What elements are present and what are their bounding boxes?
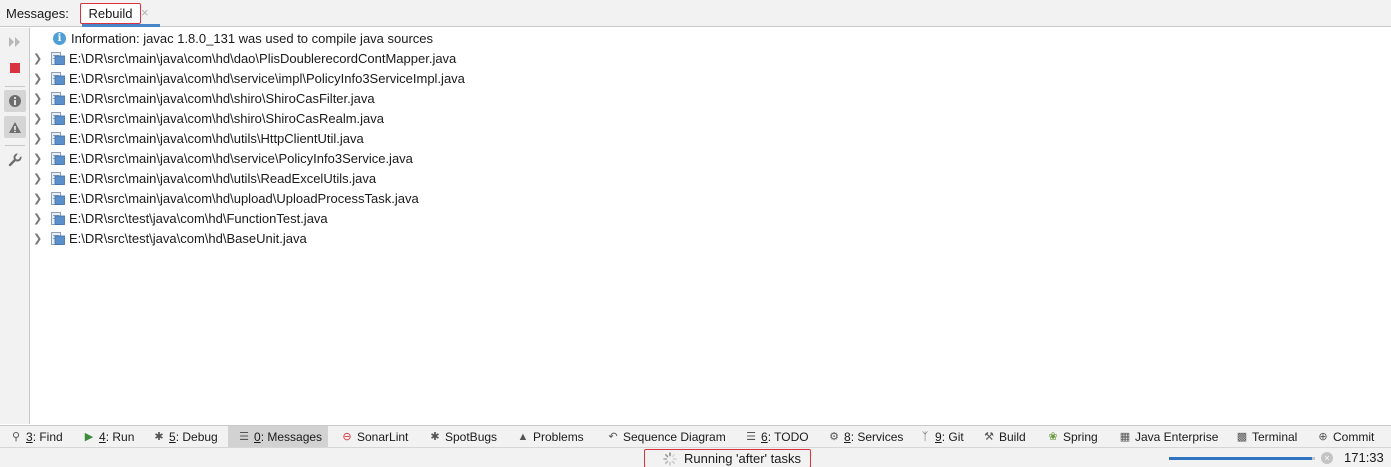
expand-chevron-icon[interactable]: ❯ [33, 232, 47, 245]
java-file-icon [51, 211, 65, 225]
sonarlint-icon: ⊖ [342, 431, 352, 443]
file-path-text: E:\DR\src\main\java\com\hd\service\Polic… [69, 150, 413, 166]
expand-chevron-icon[interactable]: ❯ [33, 112, 47, 125]
sequence-diagram-icon: ↶ [608, 431, 618, 443]
file-path-text: E:\DR\src\main\java\com\hd\shiro\ShiroCa… [69, 90, 375, 106]
messages-toolbar [0, 28, 30, 424]
file-message-row[interactable]: ❯ E:\DR\src\main\java\com\hd\service\Poli… [31, 148, 1031, 168]
toolbar-separator [5, 145, 25, 146]
expand-chevron-icon[interactable]: ❯ [33, 132, 47, 145]
toolwindow-terminal[interactable]: ▩ Terminal [1235, 426, 1298, 447]
toolwindow-java-enterprise[interactable]: ▦ Java Enterprise [1118, 426, 1219, 447]
run-icon: ▶ [84, 431, 94, 443]
toolwindow-services[interactable]: ⚙ 8: Services [827, 426, 903, 447]
java-file-icon [51, 111, 65, 125]
java-file-icon [51, 231, 65, 245]
toolwindow-problems[interactable]: ▲ Problems [516, 426, 584, 447]
progress-bar-fill [1169, 457, 1313, 460]
info-message-text: Information: javac 1.8.0_131 was used to… [71, 30, 434, 46]
background-task-text: Running 'after' tasks [684, 451, 801, 466]
rerun-icon[interactable] [4, 31, 26, 53]
file-message-row[interactable]: ❯ E:\DR\src\main\java\com\hd\dao\PlisDoub… [31, 48, 1031, 68]
messages-label: Messages: [6, 6, 69, 21]
todo-icon: ☰ [746, 431, 756, 443]
toolwindow-debug[interactable]: ✱ 5: Debug [152, 426, 217, 447]
expand-chevron-icon[interactable]: ❯ [33, 92, 47, 105]
java-file-icon [51, 131, 65, 145]
file-message-row[interactable]: ❯ E:\DR\src\main\java\com\hd\utils\ReadEx… [31, 168, 1031, 188]
java-file-icon [51, 51, 65, 65]
settings-wrench-icon[interactable] [4, 149, 26, 171]
toolbar-separator [5, 86, 25, 87]
active-tab-indicator [82, 24, 160, 27]
warning-icon: ▲ [517, 430, 529, 443]
background-task-indicator[interactable]: Running 'after' tasks [644, 449, 811, 467]
expand-chevron-icon[interactable]: ❯ [33, 212, 47, 225]
java-file-icon [51, 191, 65, 205]
messages-header: Messages: Rebuild × [0, 0, 1391, 27]
toolwindow-git[interactable]: ᛉ9: Git [918, 426, 964, 447]
tab-rebuild[interactable]: Rebuild [80, 3, 141, 24]
file-path-text: E:\DR\src\test\java\com\hd\BaseUnit.java [69, 230, 307, 246]
info-icon: i [53, 31, 66, 45]
file-path-text: E:\DR\src\main\java\com\hd\upload\Upload… [69, 190, 419, 206]
file-message-row[interactable]: ❯ E:\DR\src\test\java\com\hd\BaseUnit.jav… [31, 228, 1031, 248]
file-path-text: E:\DR\src\main\java\com\hd\shiro\ShiroCa… [69, 110, 384, 126]
file-message-row[interactable]: ❯ E:\DR\src\main\java\com\hd\utils\HttpCl… [31, 128, 1031, 148]
tab-close-icon[interactable]: × [141, 5, 149, 20]
toolwindow-sonarlint[interactable]: ⊖ SonarLint [340, 426, 408, 447]
git-branch-icon: ᛉ [921, 430, 929, 443]
tool-window-bar: ⚲ 3: Find ▶ 4: Run ✱ 5: Debug ☰ 0: Messages … [0, 425, 1391, 447]
toolwindow-run[interactable]: ▶ 4: Run [82, 426, 135, 447]
spring-leaf-icon: ❀ [1048, 431, 1058, 443]
toolwindow-spotbugs[interactable]: ✱ SpotBugs [428, 426, 497, 447]
toolwindow-build[interactable]: ⚒ Build [982, 426, 1026, 447]
info-message-row[interactable]: i Information: javac 1.8.0_131 was used … [31, 28, 1031, 48]
commit-icon: ⊕ [1318, 431, 1328, 443]
expand-chevron-icon[interactable]: ❯ [33, 72, 47, 85]
expand-chevron-icon[interactable]: ❯ [33, 152, 47, 165]
progress-bar[interactable] [1169, 457, 1315, 460]
toolwindow-find[interactable]: ⚲ 3: Find [9, 426, 63, 447]
java-file-icon [51, 91, 65, 105]
java-file-icon [51, 171, 65, 185]
messages-tree: i Information: javac 1.8.0_131 was used … [31, 28, 1391, 424]
toolwindow-spring[interactable]: ❀ Spring [1046, 426, 1097, 447]
file-message-row[interactable]: ❯ E:\DR\src\main\java\com\hd\upload\Uploa… [31, 188, 1031, 208]
java-enterprise-icon: ▦ [1119, 431, 1131, 443]
status-bar: Running 'after' tasks × 171:33 [0, 447, 1391, 467]
caret-position[interactable]: 171:33 [1344, 450, 1384, 465]
spotbugs-icon: ✱ [430, 431, 440, 443]
search-icon: ⚲ [11, 431, 21, 443]
file-path-text: E:\DR\src\test\java\com\hd\FunctionTest.… [69, 210, 328, 226]
toolwindow-messages[interactable]: ☰ 0: Messages [228, 426, 328, 447]
loading-spinner-icon [663, 451, 677, 466]
services-icon: ⚙ [829, 431, 839, 443]
expand-chevron-icon[interactable]: ❯ [33, 172, 47, 185]
file-path-text: E:\DR\src\main\java\com\hd\dao\PlisDoubl… [69, 50, 457, 66]
toolwindow-commit[interactable]: ⊕ Commit [1316, 426, 1374, 447]
file-path-text: E:\DR\src\main\java\com\hd\utils\ReadExc… [69, 170, 377, 186]
file-path-text: E:\DR\src\main\java\com\hd\utils\HttpCli… [69, 130, 364, 146]
java-file-icon [51, 151, 65, 165]
expand-chevron-icon[interactable]: ❯ [33, 52, 47, 65]
file-message-row[interactable]: ❯ E:\DR\src\main\java\com\hd\service\impl… [31, 68, 1031, 88]
toolwindow-todo[interactable]: ☰ 6: TODO [744, 426, 809, 447]
messages-icon: ☰ [239, 431, 249, 443]
hammer-icon: ⚒ [984, 431, 994, 443]
bug-icon: ✱ [154, 431, 164, 443]
java-file-icon [51, 71, 65, 85]
file-message-row[interactable]: ❯ E:\DR\src\main\java\com\hd\shiro\ShiroC… [31, 108, 1031, 128]
expand-chevron-icon[interactable]: ❯ [33, 192, 47, 205]
file-message-row[interactable]: ❯ E:\DR\src\main\java\com\hd\shiro\ShiroC… [31, 88, 1031, 108]
file-path-text: E:\DR\src\main\java\com\hd\service\impl\… [69, 70, 465, 86]
stop-icon[interactable] [4, 57, 26, 79]
toolwindow-sequence-diagram[interactable]: ↶ Sequence Diagram [606, 426, 725, 447]
file-message-row[interactable]: ❯ E:\DR\src\test\java\com\hd\FunctionTest… [31, 208, 1031, 228]
info-filter-icon[interactable] [4, 90, 26, 112]
terminal-icon: ▩ [1236, 431, 1248, 443]
warning-filter-icon[interactable] [4, 116, 26, 138]
cancel-task-icon[interactable]: × [1321, 452, 1333, 464]
